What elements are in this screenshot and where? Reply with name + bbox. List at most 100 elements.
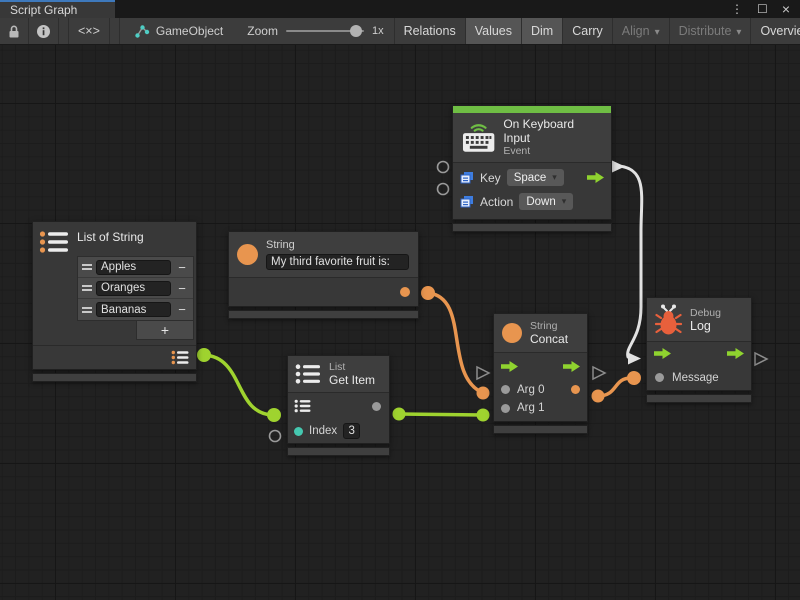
keyboard-icon	[462, 122, 495, 153]
concat-arg1-in-port[interactable]	[477, 409, 490, 422]
gameobject-breadcrumb[interactable]: GameObject	[120, 18, 237, 44]
getitem-list-in-port[interactable]	[267, 408, 281, 422]
log-trigger-in-port[interactable]	[628, 353, 641, 365]
lock-button[interactable]	[0, 18, 29, 44]
action-dropdown[interactable]: Down	[519, 193, 573, 210]
node-title: List of String	[77, 230, 144, 244]
node-string-literal[interactable]: String	[228, 231, 419, 319]
string-type-icon	[502, 323, 522, 343]
align-dropdown[interactable]: Align	[613, 18, 670, 44]
node-category: Debug	[690, 307, 721, 319]
arg1-label: Arg 1	[517, 402, 545, 414]
node-footer	[452, 223, 612, 232]
keyboard-trigger-out-port[interactable]	[612, 161, 625, 173]
lock-icon	[7, 24, 21, 39]
zoom-slider[interactable]	[286, 30, 364, 32]
tab-script-graph[interactable]: Script Graph	[0, 0, 115, 18]
info-button[interactable]	[29, 18, 59, 44]
list-icon-white	[295, 363, 321, 385]
node-footer	[32, 373, 197, 382]
node-concat[interactable]: String Concat Arg 0	[493, 313, 588, 434]
node-footer	[646, 394, 752, 403]
string-value-input[interactable]	[266, 254, 409, 270]
close-icon[interactable]: ×	[782, 2, 790, 16]
message-in-dot[interactable]	[655, 373, 664, 382]
carry-toggle[interactable]: Carry	[563, 18, 613, 44]
code-icon: <×>	[78, 24, 100, 38]
trigger-arrow-icon[interactable]	[587, 172, 604, 183]
node-get-item[interactable]: List Get Item Index	[287, 355, 390, 456]
relations-toggle[interactable]: Relations	[395, 18, 466, 44]
bug-icon	[655, 303, 682, 336]
trigger-in-arrow-icon[interactable]	[654, 348, 671, 359]
result-out-dot[interactable]	[571, 385, 580, 394]
getitem-index-in-port[interactable]	[270, 431, 281, 442]
getitem-output-port[interactable]	[393, 408, 406, 421]
list-item-input[interactable]	[96, 302, 171, 317]
list-output-port[interactable]	[197, 348, 211, 362]
log-message-in-port[interactable]	[627, 371, 641, 385]
wire-concat-to-log[interactable]	[598, 378, 631, 396]
trigger-out-arrow-icon[interactable]	[563, 361, 580, 372]
trigger-row	[647, 342, 751, 365]
info-icon	[36, 24, 51, 39]
log-trigger-out-port[interactable]	[755, 353, 767, 365]
arg1-in-dot[interactable]	[501, 404, 510, 413]
gameobject-label: GameObject	[156, 24, 223, 38]
edit-script-button[interactable]: <×>	[69, 18, 110, 44]
arg0-row: Arg 0	[494, 379, 587, 400]
trigger-in-arrow-icon[interactable]	[501, 361, 518, 372]
key-dropdown[interactable]: Space	[507, 169, 564, 186]
string-list-editor: − − −	[77, 256, 194, 321]
overview-button[interactable]: Overview	[751, 18, 800, 44]
zoom-slider-handle[interactable]	[350, 25, 362, 37]
wire-keyboard-to-log[interactable]	[619, 166, 642, 357]
index-in-dot[interactable]	[294, 427, 303, 436]
list-item-input[interactable]	[96, 281, 171, 296]
remove-item-button[interactable]: −	[171, 260, 193, 275]
keycode-icon	[460, 171, 474, 184]
string-output-port[interactable]	[421, 286, 435, 300]
list-item-input[interactable]	[96, 260, 171, 275]
node-category: List	[329, 361, 375, 373]
concat-trigger-in-port[interactable]	[477, 367, 489, 379]
arg0-in-dot[interactable]	[501, 385, 510, 394]
kebab-menu-icon[interactable]: ⋮	[731, 3, 743, 15]
drag-handle-icon[interactable]	[82, 264, 92, 270]
trigger-out-arrow-icon[interactable]	[727, 348, 744, 359]
string-out-dot[interactable]	[400, 287, 410, 297]
graph-canvas[interactable]: On Keyboard Input Event Key Space	[0, 45, 800, 600]
arg1-row: Arg 1	[494, 400, 587, 421]
wire-list-to-getitem[interactable]	[204, 355, 272, 415]
wire-getitem-to-concat[interactable]	[399, 414, 483, 415]
concat-trigger-out-port[interactable]	[593, 367, 605, 379]
concat-result-out-port[interactable]	[592, 390, 605, 403]
dim-toggle[interactable]: Dim	[522, 18, 563, 44]
tab-title: Script Graph	[10, 3, 77, 17]
node-on-keyboard-input[interactable]: On Keyboard Input Event Key Space	[452, 105, 612, 232]
add-item-button[interactable]: +	[136, 321, 194, 340]
remove-item-button[interactable]: −	[171, 302, 193, 317]
concat-arg0-in-port[interactable]	[477, 387, 490, 400]
key-port-label: Key	[480, 171, 501, 185]
remove-item-button[interactable]: −	[171, 281, 193, 296]
node-footer	[228, 310, 419, 319]
keyboard-key-in-port[interactable]	[438, 162, 449, 173]
keycode-icon	[460, 195, 474, 208]
arg0-label: Arg 0	[517, 384, 545, 396]
item-out-dot[interactable]	[372, 402, 381, 411]
values-toggle[interactable]: Values	[466, 18, 522, 44]
node-title: Get Item	[329, 373, 375, 387]
node-title: String	[266, 239, 409, 251]
drag-handle-icon[interactable]	[82, 285, 92, 291]
index-value-input[interactable]	[343, 423, 360, 439]
drag-handle-icon[interactable]	[82, 307, 92, 313]
node-debug-log[interactable]: Debug Log Message	[646, 297, 752, 403]
wire-string-to-concat[interactable]	[428, 293, 481, 392]
maximize-icon[interactable]: ☐	[757, 3, 768, 15]
list-icon-white-small[interactable]	[294, 399, 311, 413]
node-title: Log	[690, 319, 721, 333]
keyboard-action-in-port[interactable]	[438, 184, 449, 195]
distribute-dropdown[interactable]: Distribute	[670, 18, 752, 44]
node-list-of-string[interactable]: List of String − −	[32, 221, 197, 382]
